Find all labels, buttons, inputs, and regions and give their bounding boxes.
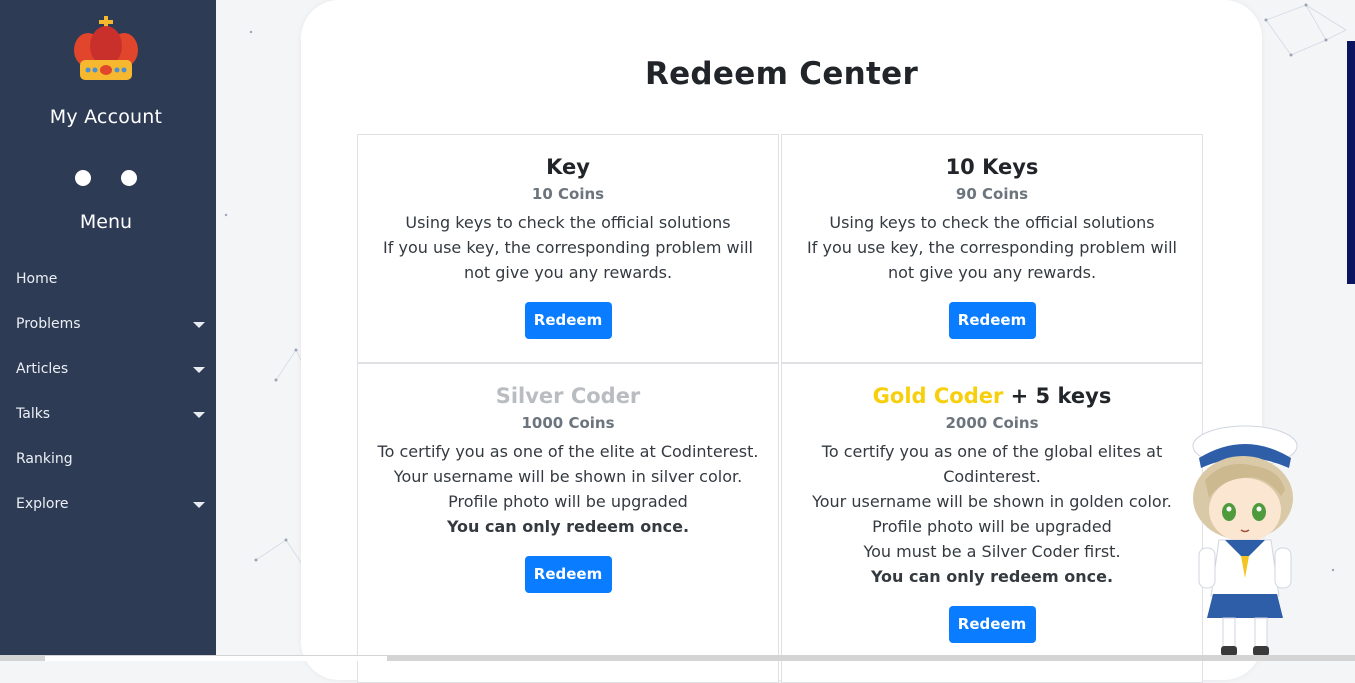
description-line: Your username will be shown in golden co…	[812, 492, 1172, 511]
product-price: 10 Coins	[531, 185, 605, 203]
product-description: To certify you as one of the global elit…	[782, 439, 1202, 589]
product-price: 2000 Coins	[945, 414, 1039, 432]
redeem-once-note: You can only redeem once.	[870, 567, 1114, 586]
menu-title: Menu	[79, 211, 133, 233]
mascot-character[interactable]	[1185, 418, 1303, 661]
sidebar-item-home[interactable]: Home	[0, 257, 216, 302]
redeem-button[interactable]: Redeem	[948, 606, 1036, 643]
sidebar-item-label: Ranking	[16, 451, 73, 467]
product-price: 90 Coins	[955, 185, 1029, 203]
product-price: 1000 Coins	[521, 414, 615, 432]
sidebar: My Account Menu Home Problems Articles T…	[0, 0, 216, 655]
product-card-10-keys: 10 Keys 90 Coins Using keys to check the…	[781, 134, 1203, 363]
description-line: You must be a Silver Coder first.	[863, 542, 1121, 561]
product-description: To certify you as one of the elite at Co…	[358, 439, 778, 539]
page-title: Redeem Center	[644, 56, 919, 92]
description-line: To certify you as one of the elite at Co…	[377, 442, 759, 461]
product-card-silver-coder: Silver Coder 1000 Coins To certify you a…	[357, 363, 779, 683]
caret-down-icon	[193, 412, 205, 418]
sidebar-item-label: Explore	[16, 496, 69, 512]
horizontal-scrollbar[interactable]	[0, 655, 1355, 661]
scrollbar-thumb[interactable]	[45, 656, 387, 661]
sidebar-item-problems[interactable]: Problems	[0, 302, 216, 347]
caret-down-icon	[193, 502, 205, 508]
product-grid: Key 10 Coins Using keys to check the off…	[357, 134, 1206, 683]
redeem-card: Redeem Center Key 10 Coins Using keys to…	[301, 0, 1262, 683]
description-line: Using keys to check the official solutio…	[829, 213, 1155, 232]
redeem-button[interactable]: Redeem	[524, 302, 612, 339]
sidebar-nav: Home Problems Articles Talks Ranking Exp…	[0, 257, 216, 527]
sidebar-item-label: Talks	[16, 406, 51, 422]
sidebar-item-articles[interactable]: Articles	[0, 347, 216, 392]
sidebar-item-label: Home	[16, 271, 58, 287]
description-line: To certify you as one of the global elit…	[821, 442, 1163, 486]
product-card-key: Key 10 Coins Using keys to check the off…	[357, 134, 779, 363]
description-line: Profile photo will be upgraded	[872, 517, 1112, 536]
product-name: Key	[546, 155, 590, 179]
sidebar-item-explore[interactable]: Explore	[0, 482, 216, 527]
redeem-once-note: You can only redeem once.	[446, 517, 690, 536]
product-description: Using keys to check the official solutio…	[358, 210, 778, 285]
description-line: Your username will be shown in silver co…	[393, 467, 743, 486]
description-line: If you use key, the corresponding proble…	[807, 238, 1177, 282]
caret-down-icon	[193, 322, 205, 328]
dot-indicator	[75, 170, 91, 186]
product-card-gold-coder: Gold Coder + 5 keys 2000 Coins To certif…	[781, 363, 1203, 683]
product-name: Silver Coder	[495, 384, 641, 408]
dot-indicator	[121, 170, 137, 186]
sidebar-item-label: Articles	[16, 361, 69, 377]
description-line: If you use key, the corresponding proble…	[383, 238, 753, 282]
sidebar-item-talks[interactable]: Talks	[0, 392, 216, 437]
product-name-suffix: + 5 keys	[1003, 384, 1112, 408]
account-title[interactable]: My Account	[0, 106, 212, 128]
description-line: Profile photo will be upgraded	[448, 492, 688, 511]
crown-icon	[74, 16, 138, 80]
product-name: Gold Coder + 5 keys	[782, 384, 1202, 408]
redeem-button[interactable]: Redeem	[948, 302, 1036, 339]
product-name: 10 Keys	[945, 155, 1039, 179]
sidebar-item-ranking[interactable]: Ranking	[0, 437, 216, 482]
sidebar-item-label: Problems	[16, 316, 81, 332]
description-line: Using keys to check the official solutio…	[405, 213, 731, 232]
redeem-button[interactable]: Redeem	[524, 556, 612, 593]
gold-coder-label: Gold Coder	[872, 384, 1004, 408]
caret-down-icon	[193, 367, 205, 373]
side-panel-edge[interactable]	[1347, 41, 1355, 284]
product-description: Using keys to check the official solutio…	[782, 210, 1202, 285]
